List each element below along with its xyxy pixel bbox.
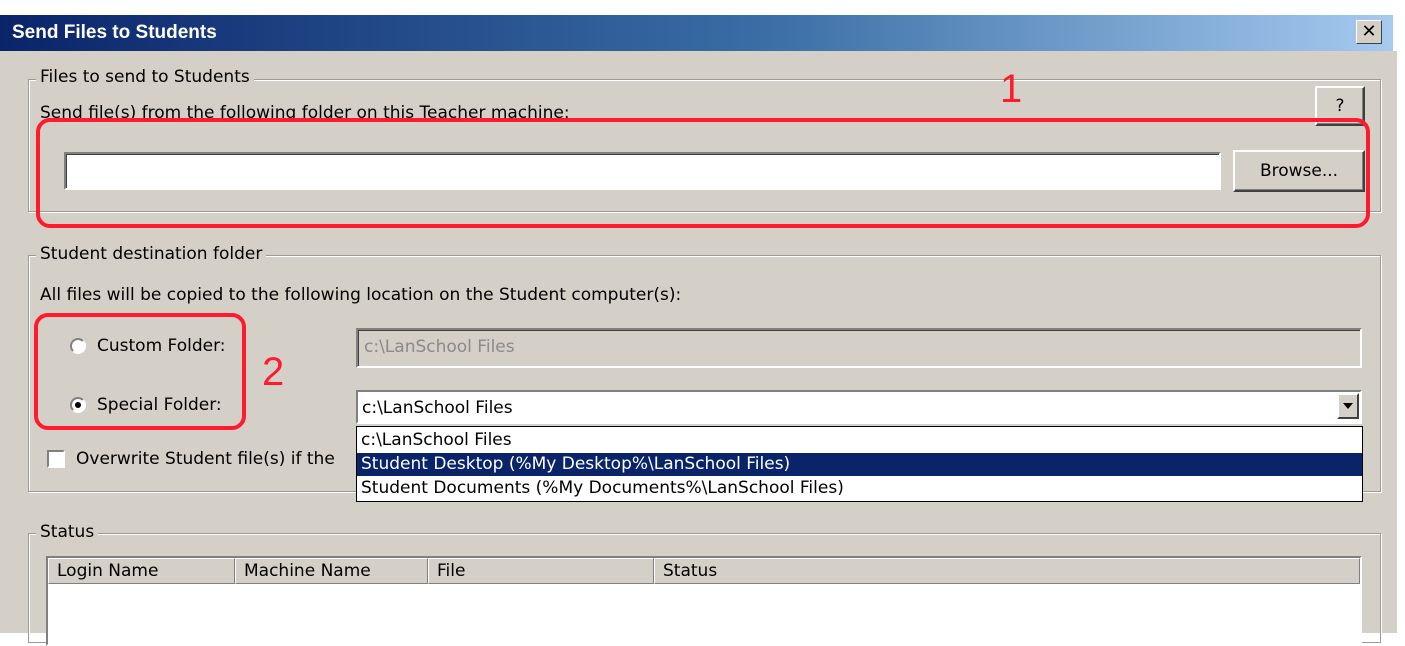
special-folder-combobox[interactable]: c:\LanSchool Files	[356, 390, 1362, 424]
column-header-status[interactable]: Status	[654, 558, 1360, 584]
dropdown-option-student-documents[interactable]: Student Documents (%My Documents%\LanSch…	[357, 477, 1362, 500]
destination-group-legend: Student destination folder	[36, 244, 267, 264]
column-header-label: File	[437, 561, 466, 581]
title-bar[interactable]: Send Files to Students ✕	[0, 15, 1393, 51]
column-header-login-name[interactable]: Login Name	[48, 558, 235, 584]
dropdown-option-student-desktop[interactable]: Student Desktop (%My Desktop%\LanSchool …	[357, 453, 1362, 476]
column-header-label: Login Name	[57, 561, 159, 581]
annotation-box-1	[36, 118, 1370, 228]
help-button-label: ?	[1335, 96, 1345, 116]
send-files-dialog: Send Files to Students ✕ Files to send t…	[0, 0, 1405, 646]
window-title: Send Files to Students	[12, 22, 217, 43]
close-button[interactable]: ✕	[1356, 20, 1382, 44]
files-group-legend: Files to send to Students	[36, 67, 254, 87]
chevron-down-icon[interactable]	[1337, 393, 1359, 419]
overwrite-checkbox[interactable]	[47, 450, 65, 468]
column-header-file[interactable]: File	[428, 558, 654, 584]
special-folder-dropdown-list: c:\LanSchool Files Student Desktop (%My …	[356, 426, 1363, 502]
special-folder-value: c:\LanSchool Files	[362, 398, 513, 418]
annotation-box-2	[34, 313, 246, 430]
column-header-label: Machine Name	[244, 561, 371, 581]
column-header-label: Status	[663, 561, 718, 581]
window-right-edge	[1397, 0, 1405, 633]
custom-folder-input: c:\LanSchool Files	[356, 328, 1362, 368]
destination-instruction-label: All files will be copied to the followin…	[40, 285, 682, 305]
custom-folder-value: c:\LanSchool Files	[364, 337, 515, 357]
overwrite-label[interactable]: Overwrite Student file(s) if the	[76, 449, 335, 469]
annotation-marker-2: 2	[262, 350, 285, 394]
column-header-machine-name[interactable]: Machine Name	[235, 558, 428, 584]
annotation-marker-1: 1	[1000, 67, 1023, 111]
dropdown-option-lanschool-files[interactable]: c:\LanSchool Files	[357, 429, 1362, 452]
close-icon: ✕	[1361, 21, 1377, 42]
status-group-legend: Status	[36, 522, 99, 542]
